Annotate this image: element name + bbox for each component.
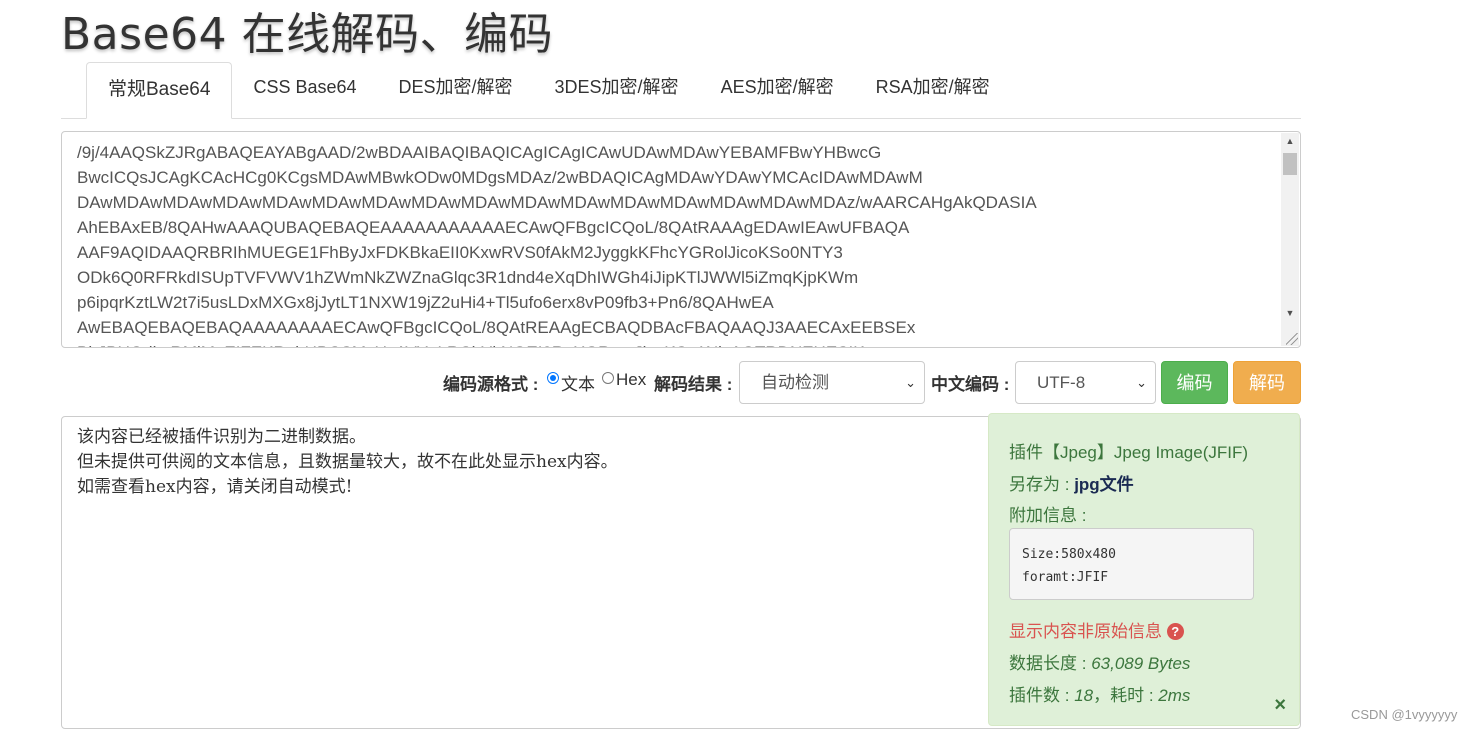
vertical-scrollbar[interactable]: ▲ ▼ [1281,133,1299,346]
radio-text[interactable] [547,372,559,384]
source-line: ODk6Q0RFRkdISUpTVFVWV1hZWmNkZWZnaGlqc3R1… [77,268,859,287]
result-text-part: hex [145,477,176,497]
result-line-2: 但未提供可供阅的文本信息，且数据量较大，故不在此处显示hex内容。 [77,450,618,475]
question-icon[interactable]: ? [1166,623,1184,640]
charset-select[interactable]: UTF-8 ⌄ [1015,361,1156,404]
plugins-label: 插件数 : [1009,686,1070,705]
encode-button[interactable]: 编码 [1161,361,1228,404]
save-as-link[interactable]: jpg文件 [1074,475,1134,494]
scroll-down-arrow-icon[interactable]: ▼ [1281,305,1299,322]
source-line: p6ipqrKztLW2t7i5usLDxMXGx8jJytLT1NXW19jZ… [77,293,774,312]
extra-info-label: 附加信息 : [1009,506,1087,525]
tab-3des[interactable]: 3DES加密/解密 [534,62,700,114]
data-length-value: 63,089 Bytes [1091,654,1191,673]
source-line: AwEBAQEBAQEBAQAAAAAAAAECAwQFBgcICQoL/8QA… [77,318,916,337]
resize-handle-icon[interactable] [1286,333,1298,345]
result-text-part: 内容。 [566,452,618,472]
plugin-info-panel: 插件【Jpeg】Jpeg Image(JFIF) 另存为 : jpg文件 附加信… [988,413,1300,726]
radio-text-label[interactable]: 文本 [561,370,595,395]
extra-info-line: Size:580x480 [1022,547,1116,562]
result-text: 该内容已经被插件识别为二进制数据。 但未提供可供阅的文本信息，且数据量较大，故不… [77,425,618,500]
source-line: DAwMDAwMDAwMDAwMDAwMDAwMDAwMDAwMDAwMDAwM… [77,193,1037,212]
source-line: AhEBAxEB/8QAHwAAAQUBAQEBAQEAAAAAAAAAAAEC… [77,218,910,237]
charset-value: UTF-8 [1037,373,1086,392]
watermark: CSDN @1vyyyyyy [1351,707,1458,722]
plugin-name: 插件【Jpeg】Jpeg Image(JFIF) [1009,443,1249,462]
extra-info-box: Size:580x480 foramt:JFIF [1009,528,1254,600]
save-as-row: 另存为 : jpg文件 [1009,470,1134,495]
tab-rsa[interactable]: RSA加密/解密 [855,62,1011,114]
source-line: AAF9AQIDAAQRBRIhMUEGE1FhByJxFDKBkaEII0Kx… [77,243,843,262]
tab-bar: 常规Base64 CSS Base64 DES加密/解密 3DES加密/解密 A… [61,62,1301,119]
page-title: Base64 在线解码、编码 [61,9,554,60]
scroll-thumb[interactable] [1283,153,1297,175]
controls-bar: 编码源格式 : 文本 Hex 解码结果 : 自动检测 ⌄ 中文编码 : UTF-… [0,361,1301,404]
non-original-row: 显示内容非原始信息 ? [1009,617,1184,642]
time-label: ，耗时 : [1093,686,1154,705]
decode-result-value: 自动检测 [761,373,829,392]
plugins-value: 18 [1074,686,1094,705]
extra-info-line: foramt:JFIF [1022,570,1109,585]
result-text-part: hex [536,452,567,472]
tab-css-base64[interactable]: CSS Base64 [232,62,377,114]
result-text-part: 但未提供可供阅的文本信息，且数据量较大，故不在此处显示 [77,452,536,472]
source-line: BhJBUQdhcRMiMoEIFEKRobHBCSMzUvAVYnLRChYk… [77,340,1276,347]
data-length-label: 数据长度 : [1009,654,1087,673]
decode-button[interactable]: 解码 [1233,361,1301,404]
result-line-1: 该内容已经被插件识别为二进制数据。 [77,427,366,447]
chevron-down-icon: ⌄ [905,375,916,390]
radio-hex-label[interactable]: Hex [616,370,646,390]
time-value: 2ms [1158,686,1191,705]
charset-label: 中文编码 : [931,375,1010,394]
decode-result-select[interactable]: 自动检测 ⌄ [739,361,925,404]
chevron-down-icon: ⌄ [1136,375,1147,390]
save-as-label: 另存为 : [1009,475,1070,494]
non-original-text: 显示内容非原始信息 [1009,622,1162,641]
decode-result-label: 解码结果 : [654,375,733,394]
source-line: /9j/4AAQSkZJRgABAQEAYABgAAD/2wBDAAIBAQIB… [77,143,882,162]
result-text-part: 如需查看 [77,477,145,497]
scroll-up-arrow-icon[interactable]: ▲ [1281,133,1299,150]
result-line-3: 如需查看hex内容，请关闭自动模式! [77,475,618,500]
source-text: /9j/4AAQSkZJRgABAQEAYABgAAD/2wBDAAIBAQIB… [77,140,1276,347]
tab-base64[interactable]: 常规Base64 [86,62,233,119]
result-text-part: 内容，请关闭自动模式! [175,477,353,497]
source-format-label: 编码源格式 : [443,375,539,394]
source-textarea[interactable]: /9j/4AAQSkZJRgABAQEAYABgAAD/2wBDAAIBAQIB… [61,131,1301,348]
source-line: BwcICQsJCAgKCAcHCg0KCgsMDAwMBwkODw0MDgsM… [77,168,923,187]
radio-hex[interactable] [602,372,614,384]
close-icon[interactable]: × [1274,694,1286,717]
tab-aes[interactable]: AES加密/解密 [700,62,855,114]
data-length-row: 数据长度 : 63,089 Bytes [1009,649,1190,674]
plugins-row: 插件数 : 18，耗时 : 2ms [1009,681,1190,706]
tab-des[interactable]: DES加密/解密 [378,62,534,114]
